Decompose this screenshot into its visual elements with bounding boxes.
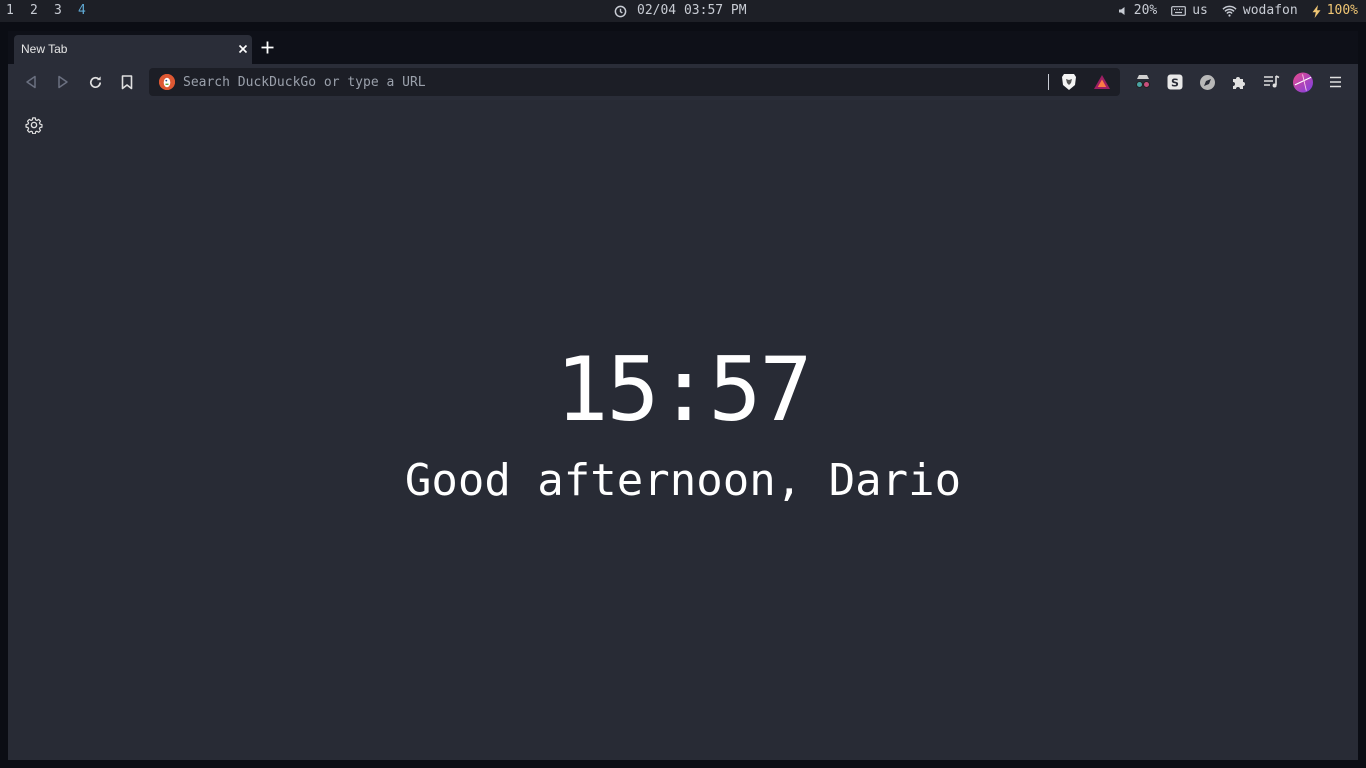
forward-arrow-icon — [58, 75, 68, 89]
speaker-icon — [1118, 6, 1128, 16]
new-tab-page: 15:57 Good afternoon, Dario — [8, 100, 1358, 760]
new-tab-button[interactable] — [258, 38, 276, 56]
browser-menu-button[interactable] — [1325, 72, 1345, 92]
tab-new-tab[interactable]: New Tab — [14, 35, 252, 64]
system-clock[interactable]: 02/04 03:57 PM — [614, 0, 747, 22]
workspace-1[interactable]: 1 — [6, 0, 30, 22]
extension-spy-button[interactable] — [1133, 72, 1153, 92]
greeting-text: Good afternoon, Dario — [404, 455, 962, 506]
lightning-bolt-icon — [1312, 4, 1321, 18]
tab-strip: New Tab — [8, 31, 1358, 64]
letter-s-icon: S — [1167, 74, 1183, 90]
volume-indicator[interactable]: 20% — [1118, 0, 1157, 22]
brave-shields-button[interactable] — [1059, 72, 1079, 92]
keyboard-layout-indicator[interactable]: us — [1171, 0, 1208, 22]
battery-level: 100% — [1326, 3, 1358, 18]
close-icon — [238, 44, 248, 54]
incognito-glasses-icon — [1136, 75, 1150, 88]
browser-toolbar: S — [8, 64, 1358, 100]
extensions-menu-button[interactable] — [1229, 72, 1249, 92]
system-tray: 20% us wodafon 100% — [1118, 0, 1358, 22]
wifi-network-name: wodafon — [1242, 3, 1298, 18]
avatar — [1293, 72, 1313, 92]
reload-button[interactable] — [85, 72, 105, 92]
brave-rewards-triangle-icon — [1094, 75, 1110, 89]
playlist-music-icon — [1263, 75, 1279, 88]
address-bar-divider — [1048, 74, 1049, 90]
system-datetime: 02/04 03:57 PM — [637, 3, 747, 18]
url-input[interactable] — [183, 68, 1033, 96]
workspace-3[interactable]: 3 — [54, 0, 78, 22]
media-queue-button[interactable] — [1261, 72, 1281, 92]
browser-window: New Tab Search DuckDuckGo or type a URL … — [8, 31, 1358, 760]
forward-button[interactable] — [53, 72, 73, 92]
workspace-2[interactable]: 2 — [30, 0, 54, 22]
clock-display: 15:57 — [555, 338, 813, 441]
gear-icon — [25, 117, 43, 135]
svg-text:S: S — [1171, 76, 1179, 89]
clock-icon — [614, 5, 627, 18]
extension-compass-button[interactable] — [1197, 72, 1217, 92]
address-bar[interactable] — [149, 68, 1120, 96]
back-arrow-icon — [26, 75, 36, 89]
workspace-switcher: 1 2 3 4 — [6, 0, 102, 22]
tab-title: New Tab — [21, 42, 68, 56]
brave-rewards-button[interactable] — [1092, 72, 1112, 92]
keyboard-icon — [1171, 6, 1187, 16]
duckduckgo-icon — [159, 74, 175, 90]
extension-s-button[interactable]: S — [1165, 72, 1185, 92]
system-bar: 1 2 3 4 02/04 03:57 PM 20% us wodafon 10… — [0, 0, 1366, 22]
bookmark-button[interactable] — [117, 72, 137, 92]
bookmark-icon — [121, 74, 133, 89]
hamburger-menu-icon — [1329, 76, 1341, 88]
puzzle-piece-icon — [1233, 77, 1245, 89]
keyboard-layout: us — [1192, 3, 1208, 18]
plus-icon — [261, 41, 273, 53]
volume-level: 20% — [1133, 3, 1158, 18]
compass-icon — [1199, 74, 1215, 90]
wifi-icon — [1222, 5, 1237, 17]
brave-lion-icon — [1062, 74, 1076, 90]
wifi-indicator[interactable]: wodafon — [1222, 0, 1298, 22]
workspace-4[interactable]: 4 — [78, 0, 102, 22]
profile-button[interactable] — [1293, 72, 1313, 92]
close-tab-button[interactable] — [234, 40, 252, 58]
battery-indicator[interactable]: 100% — [1312, 0, 1358, 22]
page-settings-button[interactable] — [25, 116, 43, 135]
reload-icon — [89, 75, 101, 88]
back-button[interactable] — [21, 72, 41, 92]
